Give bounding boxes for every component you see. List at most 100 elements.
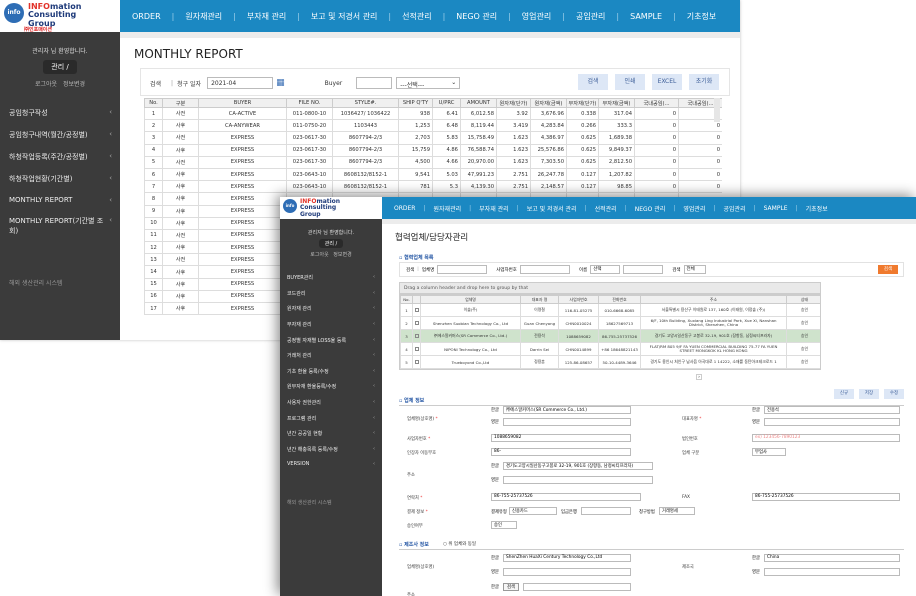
scroll-right-icon[interactable]: › <box>696 374 702 380</box>
date-input[interactable]: 2021-04 <box>207 77 274 89</box>
corp-no-input[interactable]: ex) 123456-7890123 <box>752 434 900 442</box>
partner-col-header[interactable]: No. <box>400 295 413 304</box>
row-checkbox[interactable] <box>412 316 421 330</box>
partner-col-header[interactable]: 전화번호 <box>598 295 641 304</box>
nav-sample[interactable]: SAMPLE <box>764 205 788 212</box>
row-checkbox[interactable] <box>412 329 421 343</box>
brand-logo-2[interactable]: info INFOmation Consulting Group <box>280 197 382 219</box>
partner-row[interactable]: 5 Trueboyond Co.,Ltd 정용훈 125-86-08657 50-10-… <box>400 355 820 369</box>
mobile-code-input[interactable]: 86- <box>491 448 631 456</box>
new-button[interactable]: 신규 <box>834 389 854 399</box>
grid-scrollbar[interactable] <box>714 98 720 122</box>
sidebar-item-material-rate[interactable]: 원부자재 환율등록/수정 ‹ <box>280 379 382 395</box>
tel-input[interactable]: 86-755-25737526 <box>491 493 641 501</box>
row-checkbox[interactable] <box>412 355 421 369</box>
partner-col-header[interactable]: 주소 <box>640 295 787 304</box>
grid-col-header[interactable]: No. <box>144 98 163 108</box>
reg-no-input[interactable] <box>519 265 570 274</box>
name-type-select[interactable]: 선택 <box>590 265 621 274</box>
sidebar-item-monthly-report-period[interactable]: MONTHLY REPORT(기간별 조회) ‹ <box>0 210 120 242</box>
nav-basic-info[interactable]: 기초정보 <box>687 11 716 22</box>
sidebar-item-holidays[interactable]: 년간 공공일 현황 ‹ <box>280 426 382 442</box>
name-input[interactable] <box>623 265 664 274</box>
partner-search-button[interactable]: 검색 <box>878 265 898 274</box>
brand-logo[interactable]: info INFOmation Consulting Group <box>0 0 120 32</box>
same-company-checkbox[interactable]: ○ 위 업체와 동일 <box>443 541 476 547</box>
nav-report[interactable]: 보고 및 저경서 관리 <box>527 204 577 213</box>
sidebar-item-partner[interactable]: 거래처 관리 ‹ <box>280 348 382 364</box>
buyer-code-input[interactable] <box>356 77 393 89</box>
partner-row[interactable]: 4 NIPONI Technology Co., Ltd Darrin Sei CHN… <box>400 342 820 356</box>
grid-col-header[interactable]: 부자재(단가) <box>566 98 599 108</box>
country-en-input[interactable] <box>764 568 900 576</box>
nav-labor[interactable]: 공임관리 <box>576 11 605 22</box>
country-ko-input[interactable]: China <box>764 554 900 562</box>
partner-col-header[interactable]: 대표자 명 <box>520 295 559 304</box>
grid-col-header[interactable]: BUYER <box>198 98 287 108</box>
grid-col-header[interactable]: SHIP Q'TY <box>398 98 433 108</box>
nav-sales[interactable]: 영업관리 <box>683 204 705 213</box>
nav-nego[interactable]: NEGO 관리 <box>635 204 666 213</box>
sidebar-item-code[interactable]: 코드관리 ‹ <box>280 286 382 302</box>
grid-col-header[interactable]: STYLE#. <box>332 98 399 108</box>
nav-basic-info[interactable]: 기초정보 <box>806 204 828 213</box>
grid-row[interactable]: 6 사후 EXPRESS 023-0643-10 8608132/8152-1 9,541… <box>144 167 722 182</box>
reset-button[interactable]: 초기화 <box>689 74 719 90</box>
partner-col-header[interactable]: 사업자번호 <box>558 295 599 304</box>
grid-row[interactable]: 7 사후 EXPRESS 023-0643-10 8608132/8152-1 781 5.… <box>144 180 722 194</box>
grid-row[interactable]: 2 사후 CA-ANYWEAR 011-0750-20 1103443 1,253 6.48… <box>144 119 722 133</box>
grid-row[interactable]: 5 사전 EXPRESS 023-0617-30 8607794-2/3 4,500 4.6… <box>144 155 722 169</box>
sidebar-item-labor-history[interactable]: 공임청구내역(월간/공정별) ‹ <box>0 124 120 146</box>
grid-col-header[interactable]: 원자재(금액) <box>530 98 567 108</box>
status-select[interactable]: 전체 <box>683 265 706 274</box>
sidebar-item-version[interactable]: VERSION ‹ <box>280 457 382 472</box>
sidebar-item-subcontract-status[interactable]: 하청작업현황(기간별) ‹ <box>0 168 120 190</box>
grid-col-header[interactable]: AMOUNT <box>460 98 497 108</box>
address-find-button[interactable]: 검색 <box>503 583 519 591</box>
address-en-input[interactable] <box>503 476 653 484</box>
grid-row[interactable]: 4 사후 EXPRESS 023-0617-30 8607794-2/3 15,759 4.… <box>144 143 722 157</box>
search-button[interactable]: 검색 <box>578 74 608 90</box>
nav-shipping[interactable]: 선적관리 <box>402 11 431 22</box>
partner-row[interactable]: 2 Shenzhen Suobian Technology Co., Ltd Gua… <box>400 316 820 330</box>
billing-method-select[interactable]: 거래명세 <box>659 507 695 515</box>
save-button[interactable]: 저장 <box>859 389 879 399</box>
pay-type-select[interactable]: 신용카드 <box>509 507 557 515</box>
nav-shipping[interactable]: 선적관리 <box>595 204 617 213</box>
company-type-select[interactable]: 부업사 <box>752 448 786 456</box>
nav-order[interactable]: ORDER <box>394 205 415 212</box>
grid-col-header[interactable]: FILE NO. <box>286 98 333 108</box>
sidebar-item-labor-invoice[interactable]: 공임청구작성 ‹ <box>0 102 120 124</box>
sidebar-item-sub-material[interactable]: 부자재 관리 ‹ <box>280 317 382 333</box>
sidebar-item-loss-rate[interactable]: 공정별 자재별 LOSS율 등록 ‹ <box>280 332 382 348</box>
nav-sub-material[interactable]: 부자재 관리 <box>479 204 509 213</box>
nav-sales[interactable]: 영업관리 <box>522 11 551 22</box>
reg-no-field[interactable]: 1088659082 <box>491 434 631 442</box>
partner-col-header[interactable]: 업체명 <box>420 295 521 304</box>
grid-row[interactable]: 3 사전 EXPRESS 023-0617-30 8607794-2/3 2,703 5.8… <box>144 131 722 145</box>
bank-input[interactable] <box>581 507 631 515</box>
grid-col-header[interactable]: 구분 <box>162 98 199 108</box>
nav-order[interactable]: ORDER <box>132 12 161 21</box>
nav-sub-material[interactable]: 부자재 관리 <box>247 11 286 22</box>
approval-select[interactable]: 승인 <box>491 521 517 529</box>
sidebar-item-monthly-report[interactable]: MONTHLY REPORT ‹ <box>0 190 120 210</box>
logout-link[interactable]: 로그아웃 <box>35 81 57 88</box>
address-ko-input[interactable]: 경기도고양시일산동구고봉로 32-19, 901호 (장항동, 남정씨티프라자) <box>503 462 653 470</box>
rep-name-ko-input[interactable]: 전용석 <box>764 406 900 414</box>
sidebar-item-pest-list[interactable]: 년간 해충목록 등록/수정 ‹ <box>280 442 382 458</box>
grid-col-header[interactable]: 부자재(금액) <box>598 98 635 108</box>
sidebar-item-base-rate[interactable]: 기초 환율 등록/수정 ‹ <box>280 364 382 380</box>
grid-col-header[interactable]: U/PRC <box>432 98 461 108</box>
partner-row[interactable]: 3 ㈜에스알커머스(SR Commerce Co., Ltd.) 전용석 108865… <box>400 329 820 343</box>
maker-name-ko-input[interactable]: ShenZhen HuaXi Century Technology Co.,Lt… <box>503 554 631 562</box>
buyer-select[interactable]: ---선택--- ⌄ <box>396 77 461 89</box>
partner-row[interactable]: 1 이솔(주) 이명철 116-81-05275 010-6668-6085 서울특별시 … <box>400 303 820 317</box>
nav-raw-material[interactable]: 원자재관리 <box>434 204 462 213</box>
edit-info-link[interactable]: 정보변경 <box>63 81 85 88</box>
sidebar-item-raw-material[interactable]: 원자재 관리 ‹ <box>280 301 382 317</box>
fax-input[interactable]: 86-755-25737526 <box>752 493 900 501</box>
logout-link[interactable]: 로그아웃 <box>310 252 328 258</box>
nav-nego[interactable]: NEGO 관리 <box>456 11 497 22</box>
sidebar-item-program[interactable]: 프로그램 관리 ‹ <box>280 410 382 426</box>
